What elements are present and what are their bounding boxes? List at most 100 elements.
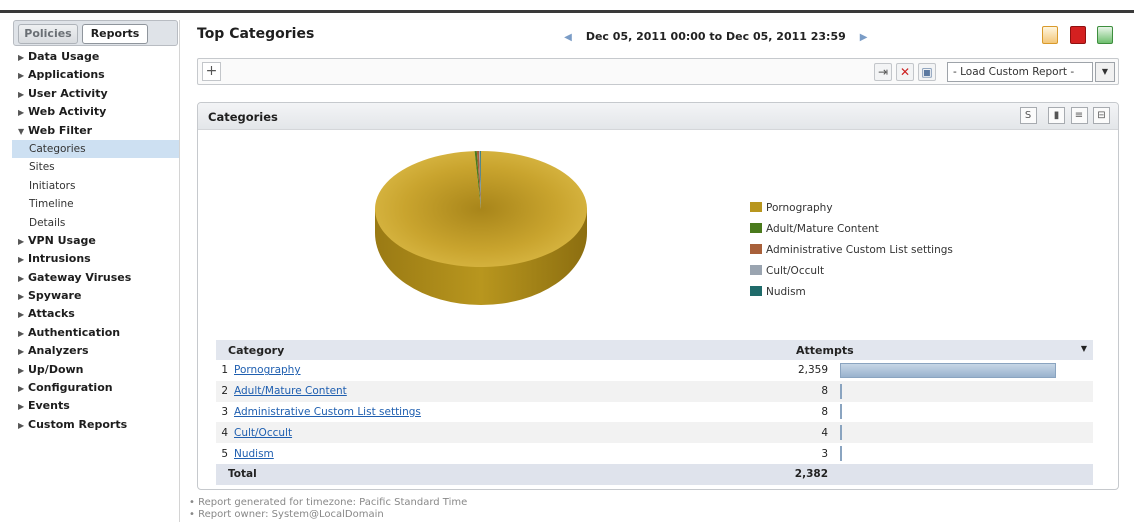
sidebar-item-web-activity[interactable]: ▶ Web Activity bbox=[12, 103, 179, 121]
attempts-cell: 4 bbox=[796, 422, 1093, 444]
sidebar-item-applications[interactable]: ▶ Applications bbox=[12, 66, 179, 84]
sidebar-item-attacks[interactable]: ▶ Attacks bbox=[12, 305, 179, 323]
category-cell: 4 Cult/Occult bbox=[216, 422, 796, 444]
add-filter-button[interactable]: + bbox=[202, 62, 221, 81]
category-link[interactable]: Administrative Custom List settings bbox=[234, 406, 421, 418]
pie-chart-svg bbox=[375, 151, 587, 305]
category-link[interactable]: Pornography bbox=[234, 364, 301, 376]
pie-chart bbox=[373, 151, 589, 311]
category-link[interactable]: Adult/Mature Content bbox=[234, 385, 347, 397]
category-cell: 1 Pornography bbox=[216, 360, 796, 381]
attempts-value: 3 bbox=[821, 447, 828, 460]
sidebar-item-user-activity[interactable]: ▶ User Activity bbox=[12, 85, 179, 103]
sidebar-item-label: Up/Down bbox=[28, 362, 84, 376]
attempts-bar-track bbox=[840, 383, 1056, 399]
legend-label: Administrative Custom List settings bbox=[766, 244, 953, 256]
sidebar-item-label: Initiators bbox=[29, 179, 76, 192]
sidebar-item-initiators[interactable]: Initiators bbox=[12, 177, 179, 195]
chevron-down-icon[interactable]: ▼ bbox=[1095, 62, 1115, 82]
view-toggle-group: S ▮ ≡ ⊟ bbox=[1018, 107, 1110, 124]
date-range-label: Dec 05, 2011 00:00 to Dec 05, 2011 23:59 bbox=[585, 30, 846, 43]
categories-panel: Categories S ▮ ≡ ⊟ Pornography Adult/Mat… bbox=[197, 102, 1119, 490]
excel-export-icon[interactable] bbox=[1097, 26, 1113, 44]
sidebar-item-label: Events bbox=[28, 399, 70, 413]
clear-filter-icon[interactable]: ✕ bbox=[896, 63, 914, 81]
sidebar-item-events[interactable]: ▶ Events bbox=[12, 397, 179, 415]
export-toolbar bbox=[1034, 26, 1113, 44]
sidebar-item-categories[interactable]: Categories bbox=[12, 139, 179, 159]
pdf-export-icon[interactable] bbox=[1069, 26, 1086, 44]
attempts-value: 2,359 bbox=[797, 364, 828, 377]
sidebar-item-label: Analyzers bbox=[28, 344, 89, 358]
row-rank: 5 bbox=[221, 447, 228, 460]
sidebar-item-label: Intrusions bbox=[28, 252, 91, 266]
sidebar-item-analyzers[interactable]: ▶ Analyzers bbox=[12, 342, 179, 360]
legend-swatch bbox=[750, 223, 762, 233]
sidebar-item-label: Web Activity bbox=[28, 105, 107, 119]
tab-reports[interactable]: Reports bbox=[82, 24, 148, 44]
triangle-right-icon: ▶ bbox=[18, 108, 25, 118]
attempts-bar-track bbox=[840, 404, 1056, 420]
sidebar-item-gateway-viruses[interactable]: ▶ Gateway Viruses bbox=[12, 269, 179, 287]
legend-label: Nudism bbox=[766, 286, 806, 298]
sidebar-item-authentication[interactable]: ▶ Authentication bbox=[12, 324, 179, 342]
custom-report-select[interactable]: - Load Custom Report - bbox=[947, 62, 1093, 82]
report-nav: ▶ Data Usage ▶ Applications ▶ User Activity ▶ W… bbox=[12, 48, 179, 434]
sidebar-item-vpn-usage[interactable]: ▶ VPN Usage bbox=[12, 232, 179, 250]
tab-policies[interactable]: Policies bbox=[18, 24, 78, 44]
sidebar-item-sites[interactable]: Sites bbox=[12, 158, 179, 176]
sidebar-item-label: User Activity bbox=[28, 86, 108, 100]
report-footer: • Report generated for timezone: Pacific… bbox=[189, 497, 467, 521]
triangle-right-icon: ▶ bbox=[18, 255, 25, 265]
legend-item: Administrative Custom List settings bbox=[750, 240, 953, 261]
split-view-icon[interactable]: ⊟ bbox=[1093, 107, 1110, 124]
chart-legend: Pornography Adult/Mature Content Administr… bbox=[750, 198, 953, 303]
chart-view-icon[interactable]: ▮ bbox=[1048, 107, 1065, 124]
sidebar-item-label: Web Filter bbox=[28, 123, 93, 137]
legend-swatch bbox=[750, 202, 762, 212]
save-filter-icon[interactable]: ▣ bbox=[918, 63, 936, 81]
next-date-icon[interactable]: ▶ bbox=[856, 32, 872, 43]
panel-title: Categories bbox=[208, 110, 278, 124]
apply-filter-icon[interactable]: ⇥ bbox=[874, 63, 892, 81]
prev-date-icon[interactable]: ◀ bbox=[560, 32, 576, 43]
category-link[interactable]: Cult/Occult bbox=[234, 427, 292, 439]
sidebar-item-details[interactable]: Details bbox=[12, 214, 179, 232]
column-header-category[interactable]: Category bbox=[216, 340, 796, 360]
category-link[interactable]: Nudism bbox=[234, 448, 274, 460]
row-rank: 1 bbox=[221, 364, 228, 377]
refresh-icon[interactable]: S bbox=[1019, 107, 1037, 124]
filter-bar: + ⇥ ✕ ▣ - Load Custom Report - ▼ bbox=[197, 58, 1119, 85]
table-row: 3 Administrative Custom List settings 8 bbox=[216, 402, 1093, 423]
attempts-bar-track bbox=[840, 362, 1056, 378]
rtf-export-icon[interactable] bbox=[1042, 26, 1058, 44]
sidebar-item-label: Configuration bbox=[28, 381, 113, 395]
sidebar-item-custom-reports[interactable]: ▶ Custom Reports bbox=[12, 416, 179, 434]
sidebar-item-timeline[interactable]: Timeline bbox=[12, 195, 179, 213]
table-view-icon[interactable]: ≡ bbox=[1070, 107, 1088, 124]
page-title: Top Categories bbox=[197, 26, 315, 42]
sidebar-item-configuration[interactable]: ▶ Configuration bbox=[12, 379, 179, 397]
attempts-bar-track bbox=[840, 425, 1056, 441]
legend-label: Cult/Occult bbox=[766, 265, 825, 277]
table-header-row: Category Attempts ▼ bbox=[216, 340, 1093, 360]
panel-header: Categories S ▮ ≡ ⊟ bbox=[198, 103, 1118, 130]
sidebar-item-spyware[interactable]: ▶ Spyware bbox=[12, 287, 179, 305]
legend-item: Adult/Mature Content bbox=[750, 219, 953, 240]
sidebar-item-label: Authentication bbox=[28, 325, 121, 339]
attempts-bar bbox=[840, 362, 1056, 378]
sidebar-item-web-filter[interactable]: ▼ Web Filter bbox=[12, 122, 179, 140]
sidebar-item-up-down[interactable]: ▶ Up/Down bbox=[12, 361, 179, 379]
row-rank: 4 bbox=[221, 426, 228, 439]
attempts-bar bbox=[840, 425, 842, 441]
sidebar-item-data-usage[interactable]: ▶ Data Usage bbox=[12, 48, 179, 66]
table-row: 4 Cult/Occult 4 bbox=[216, 422, 1093, 444]
attempts-bar-track bbox=[840, 446, 1056, 462]
legend-label: Pornography bbox=[766, 202, 833, 214]
sidebar-item-label: Spyware bbox=[28, 289, 82, 303]
date-navigator: ◀ Dec 05, 2011 00:00 to Dec 05, 2011 23:… bbox=[560, 30, 872, 43]
sidebar-item-label: Attacks bbox=[28, 307, 75, 321]
column-header-attempts[interactable]: Attempts ▼ bbox=[796, 340, 1093, 360]
sidebar-item-intrusions[interactable]: ▶ Intrusions bbox=[12, 250, 179, 268]
sort-desc-icon[interactable]: ▼ bbox=[1081, 344, 1087, 353]
